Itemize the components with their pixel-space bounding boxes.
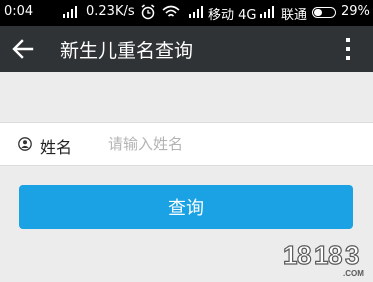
more-vert-icon[interactable] bbox=[338, 37, 358, 61]
battery-percent: 29% bbox=[341, 4, 370, 19]
page-title: 新生儿重名查询 bbox=[60, 40, 194, 62]
name-label: 姓名 bbox=[40, 138, 73, 157]
status-bar: 0:04 0.23K/s 移动 4G 联通 29% bbox=[0, 0, 373, 26]
name-input[interactable] bbox=[108, 131, 358, 157]
svg-text:8: 8 bbox=[297, 240, 311, 270]
carrier-label-2: 联通 bbox=[281, 8, 308, 23]
signal-icon bbox=[63, 6, 77, 18]
app-bar: 新生儿重名查询 bbox=[0, 26, 373, 72]
svg-text:3: 3 bbox=[345, 240, 359, 270]
carrier-label-1: 移动 4G bbox=[208, 8, 257, 23]
watermark-logo: 1 8 1 8 3 .COM bbox=[283, 239, 364, 278]
battery-icon bbox=[312, 7, 336, 18]
network-speed: 0.23K/s bbox=[86, 4, 135, 19]
status-time: 0:04 bbox=[4, 4, 34, 19]
svg-text:.COM: .COM bbox=[343, 269, 364, 278]
svg-text:1: 1 bbox=[283, 240, 297, 270]
signal-icon bbox=[260, 6, 274, 18]
wifi-icon bbox=[162, 5, 180, 17]
arrow-left-icon[interactable] bbox=[10, 38, 36, 60]
svg-text:1: 1 bbox=[314, 240, 328, 270]
name-input-row: 姓名 bbox=[0, 122, 373, 166]
svg-text:8: 8 bbox=[328, 240, 342, 270]
alarm-icon bbox=[141, 4, 155, 20]
user-icon bbox=[18, 137, 32, 151]
query-button[interactable]: 查询 bbox=[19, 185, 353, 229]
signal-icon bbox=[189, 6, 203, 18]
